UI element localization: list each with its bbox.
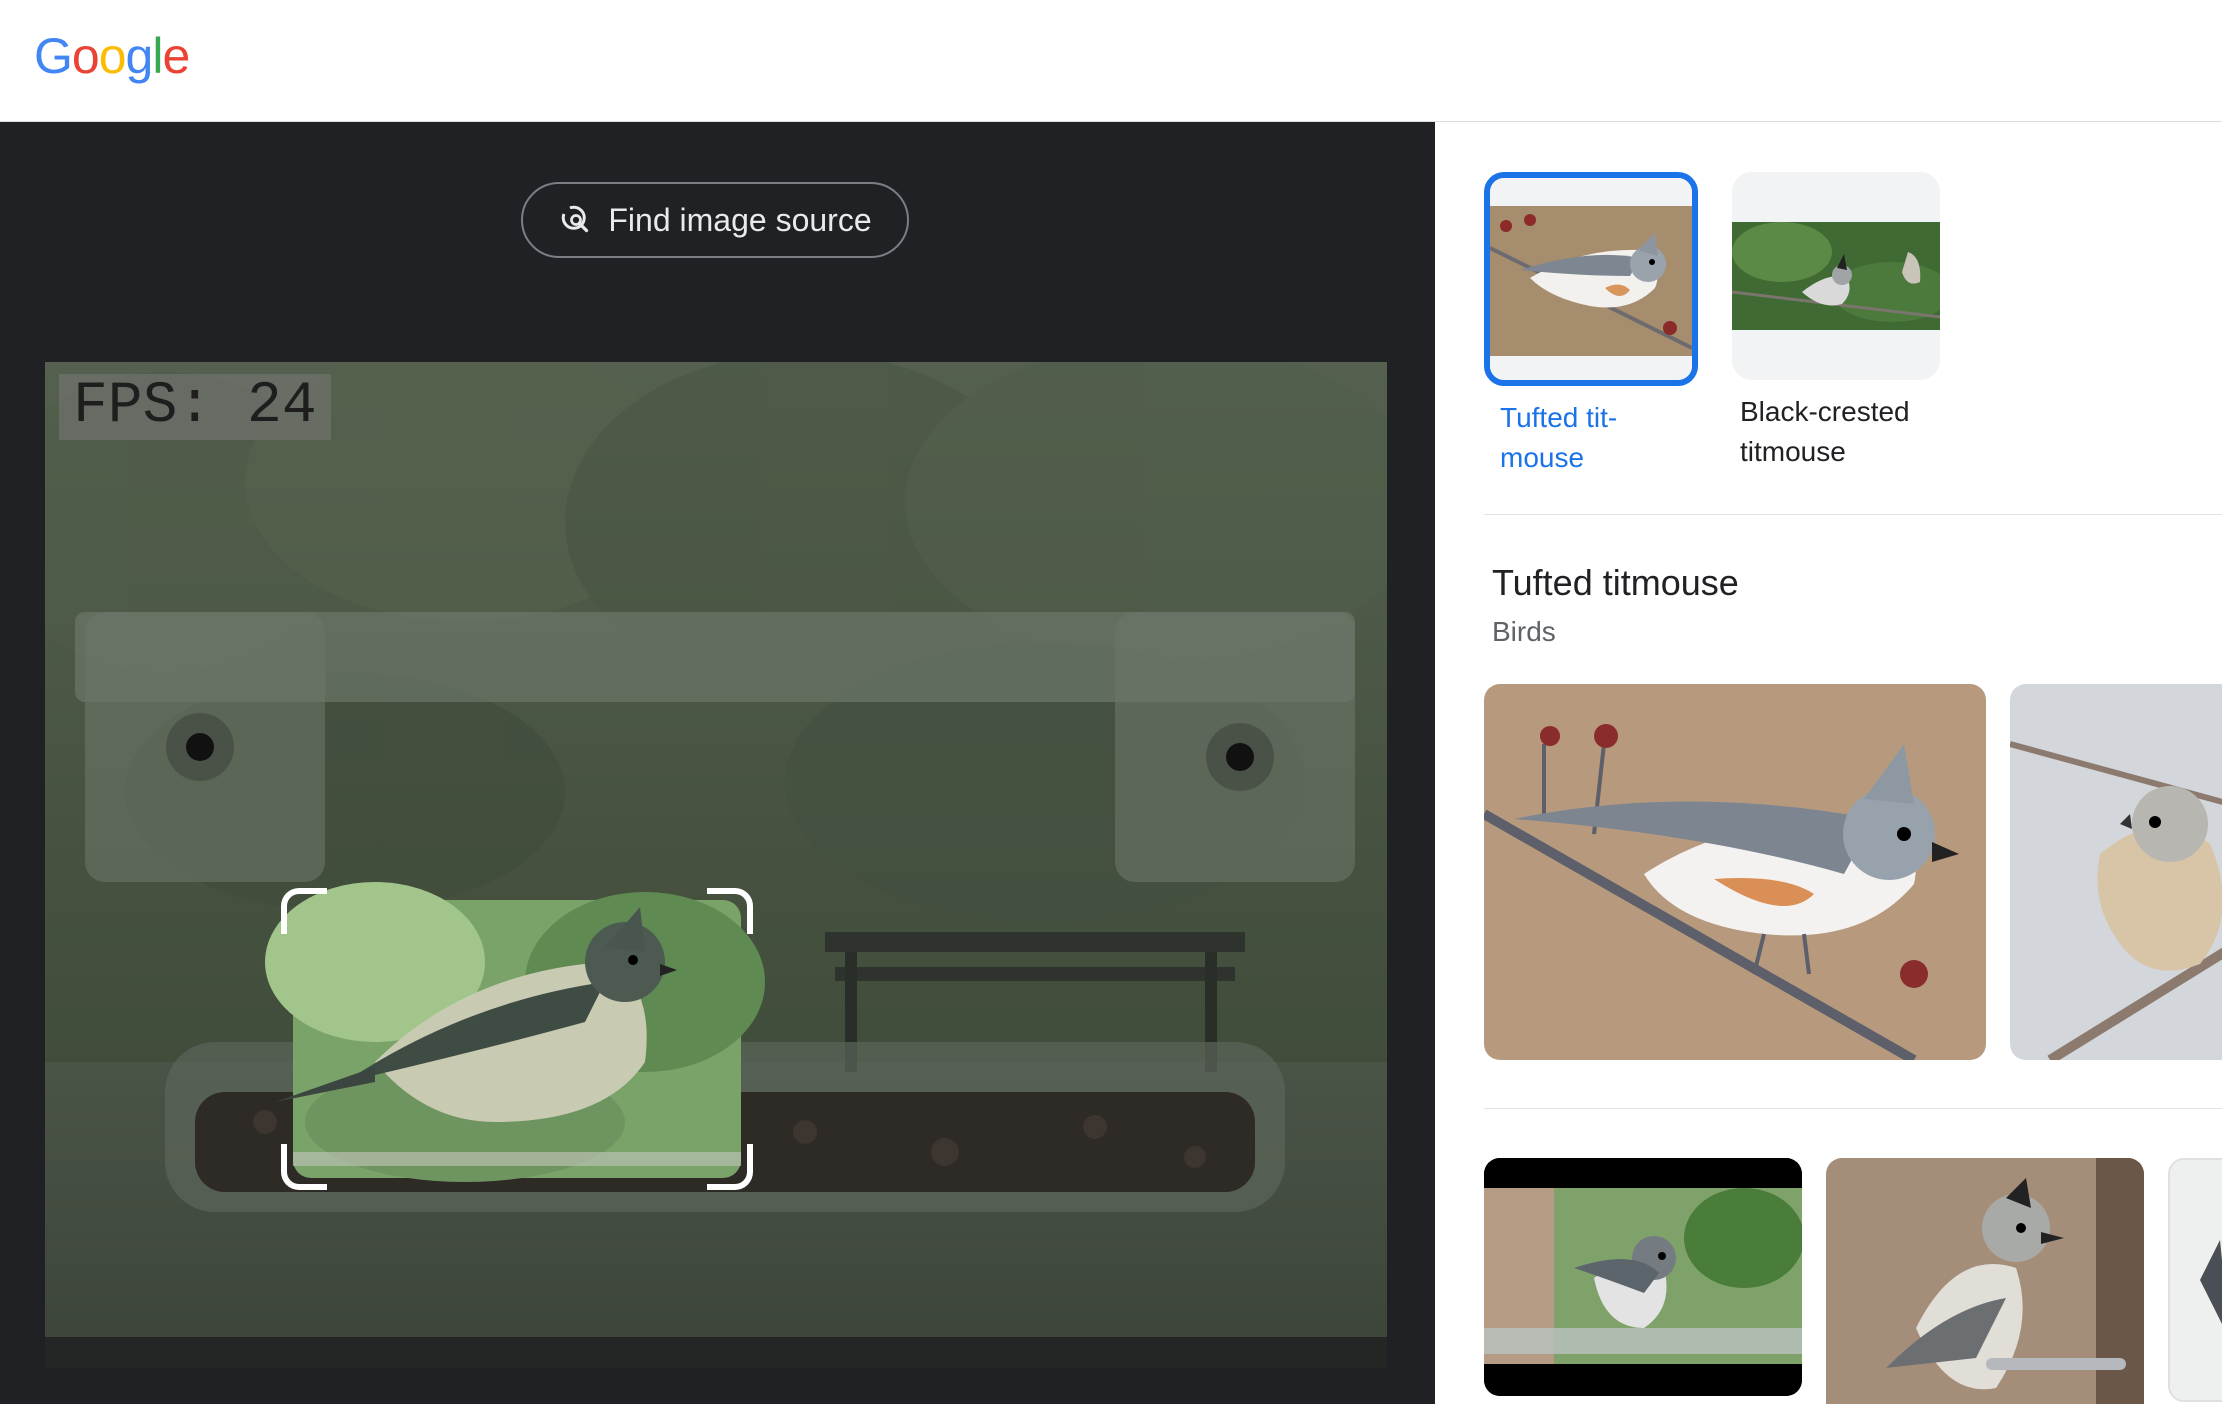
logo-letter: g: [125, 28, 154, 84]
section-divider: [1484, 1108, 2222, 1109]
entity-title: Tufted titmouse: [1492, 562, 1739, 603]
titmouse-photo: [1484, 1158, 1802, 1396]
chip-label-line: Black-crested: [1740, 396, 1910, 427]
crop-selection-box[interactable]: [281, 888, 753, 1190]
chip-label: Tufted tit- mouse: [1484, 398, 1698, 478]
query-photo[interactable]: FPS: 24: [45, 362, 1387, 1368]
logo-letter: o: [71, 28, 100, 84]
result-image[interactable]: [2168, 1158, 2222, 1402]
titmouse-photo: [2010, 684, 2222, 1060]
logo-letter: G: [34, 28, 73, 84]
logo-letter: l: [152, 28, 163, 84]
chip-label-line: titmouse: [1740, 436, 1846, 467]
entity-chip-black-crested-titmouse[interactable]: Black-crested titmouse: [1732, 172, 1940, 472]
logo-letter: o: [98, 28, 127, 84]
titmouse-photo: [1484, 684, 1986, 1060]
crop-handle-bottom-left[interactable]: [281, 1144, 327, 1190]
find-image-source-button[interactable]: Find image source: [521, 182, 909, 258]
image-viewer-pane: Find image source FPS: 24: [0, 122, 1435, 1404]
results-pane: Tufted tit- mouse Black-crested titmouse…: [1436, 122, 2222, 1404]
find-image-source-label: Find image source: [608, 201, 872, 238]
chip-label: Black-crested titmouse: [1732, 392, 1940, 472]
bird-feeder-photo: [45, 362, 1387, 1368]
section-divider: [1484, 514, 2222, 515]
titmouse-photo: [2170, 1160, 2222, 1400]
chip-label-line: Tufted tit-: [1500, 402, 1618, 433]
crop-handle-top-left[interactable]: [281, 888, 327, 934]
result-image[interactable]: [1826, 1158, 2144, 1404]
result-image[interactable]: [1484, 684, 1986, 1060]
header: Google: [0, 0, 2222, 122]
logo-letter: e: [162, 28, 190, 84]
result-image[interactable]: [2010, 684, 2222, 1060]
fps-overlay-text: FPS: 24: [59, 374, 331, 440]
entity-chip-tufted-titmouse[interactable]: Tufted tit- mouse: [1484, 172, 1698, 478]
chip-thumbnail: [1484, 172, 1698, 386]
crop-handle-bottom-right[interactable]: [707, 1144, 753, 1190]
google-logo[interactable]: Google: [34, 26, 190, 86]
chip-thumbnail: [1732, 172, 1940, 380]
result-image[interactable]: [1484, 1158, 1802, 1396]
titmouse-photo: [1826, 1158, 2144, 1404]
lens-search-icon: [562, 205, 589, 233]
chip-label-line: mouse: [1500, 442, 1585, 473]
entity-category: Birds: [1492, 616, 1556, 647]
crop-handle-top-right[interactable]: [707, 888, 753, 934]
